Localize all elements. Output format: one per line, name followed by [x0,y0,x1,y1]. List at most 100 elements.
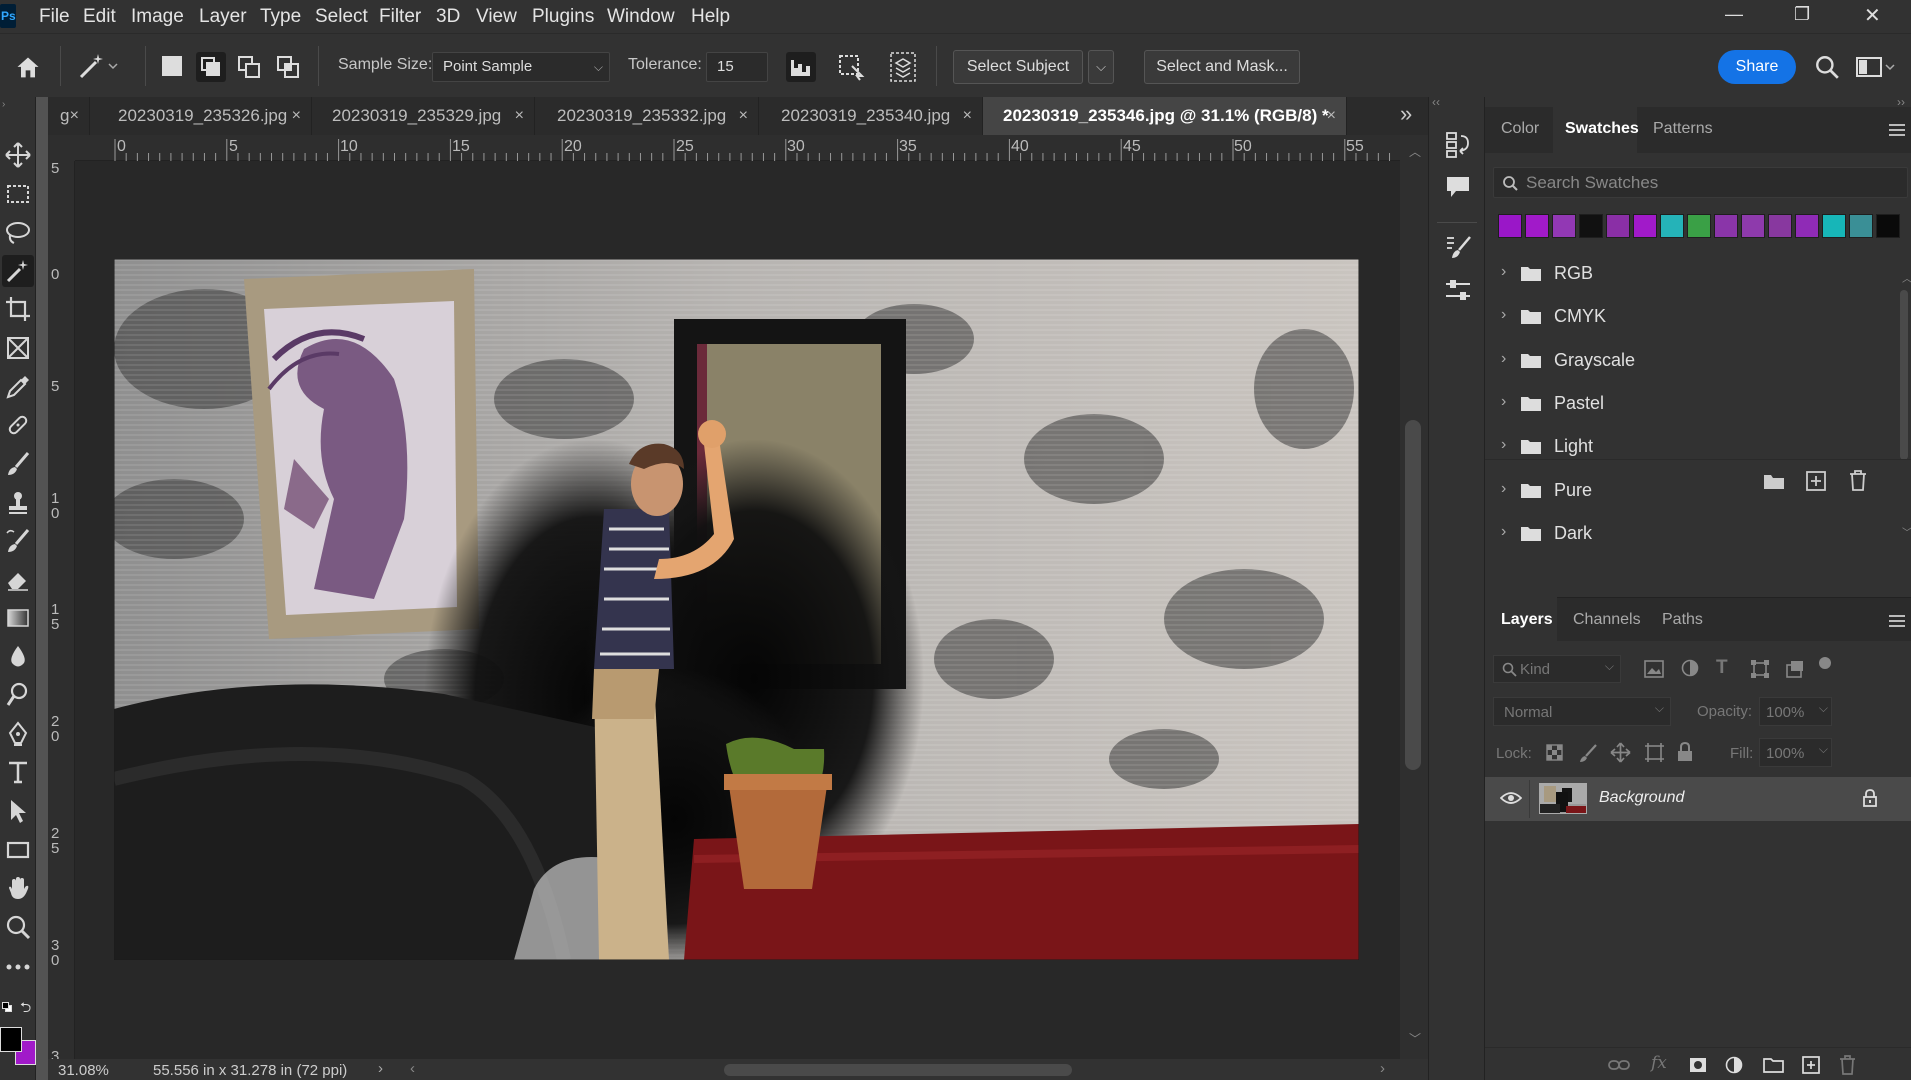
crop-tool-icon[interactable] [4,295,32,323]
color-swatch[interactable] [1525,214,1549,238]
swatches-scrollbar[interactable]: ︿ ﹀ [1897,272,1911,562]
tolerance-input[interactable]: 15 [706,52,768,82]
menu-file[interactable]: File [39,6,70,28]
contiguous-icon[interactable] [836,52,866,82]
brush-settings-icon[interactable] [1444,233,1472,261]
color-swatch[interactable] [1768,214,1792,238]
collapse-toolbar-icon[interactable]: › [2,99,5,110]
eraser-tool-icon[interactable] [4,565,32,593]
blend-mode-select[interactable]: Normal ⌵ [1493,697,1671,726]
type-tool-icon[interactable] [4,758,32,786]
filter-type-layer-icon[interactable]: T [1716,657,1728,679]
add-to-selection-icon[interactable] [196,52,226,82]
filter-adjustment-layer-icon[interactable] [1681,659,1699,677]
menu-3d[interactable]: 3D [436,6,460,28]
menu-layer[interactable]: Layer [199,6,247,28]
marquee-tool-icon[interactable] [4,180,32,208]
vertical-scrollbar[interactable]: ︿ ﹀ [1400,135,1428,1059]
scrollbar-thumb[interactable] [1405,420,1421,770]
color-swatch[interactable] [1876,214,1900,238]
select-and-mask-button[interactable]: Select and Mask... [1144,50,1300,84]
new-adjustment-layer-icon[interactable] [1725,1056,1743,1074]
scroll-left-icon[interactable]: ‹ [410,1060,415,1077]
eye-icon[interactable] [1500,791,1522,805]
color-swatch[interactable] [1498,214,1522,238]
dodge-tool-icon[interactable] [4,681,32,709]
healing-brush-tool-icon[interactable] [4,411,32,439]
tab-swatches[interactable]: Swatches [1565,120,1639,138]
chevron-right-icon[interactable]: › [1501,263,1506,281]
close-window-button[interactable]: ✕ [1864,3,1881,28]
scroll-up-icon[interactable]: ︿ [1409,143,1421,160]
layer-row[interactable]: Background [1485,777,1911,821]
new-group-icon[interactable] [1763,1056,1784,1073]
menu-edit[interactable]: Edit [83,6,116,28]
tab-color[interactable]: Color [1501,120,1539,138]
horizontal-scrollbar-thumb[interactable] [724,1064,1072,1076]
hand-tool-icon[interactable] [4,874,32,902]
swatch-folder-grayscale[interactable]: › Grayscale [1496,342,1886,382]
comments-icon[interactable] [1444,174,1472,200]
color-swatch[interactable] [1660,214,1684,238]
brush-tool-icon[interactable] [4,450,32,478]
menu-image[interactable]: Image [131,6,184,28]
share-button[interactable]: Share [1718,50,1796,84]
chevron-right-icon[interactable]: › [1501,480,1506,498]
filter-pixel-layer-icon[interactable] [1644,660,1664,678]
lock-all-icon[interactable] [1677,742,1693,762]
color-swatch[interactable] [1633,214,1657,238]
new-layer-icon[interactable] [1802,1056,1820,1074]
swatch-folder-dark[interactable]: › Dark [1496,515,1886,555]
color-swatch[interactable] [1552,214,1576,238]
fill-input[interactable]: 100% ⌵ [1759,738,1832,767]
gradient-tool-icon[interactable] [4,604,32,632]
lock-image-pixels-icon[interactable] [1578,743,1598,763]
anti-alias-icon[interactable] [786,52,816,82]
menu-filter[interactable]: Filter [379,6,421,28]
zoom-tool-icon[interactable] [4,913,32,941]
add-layer-mask-icon[interactable] [1689,1057,1707,1073]
select-subject-button[interactable]: Select Subject [953,50,1083,84]
opacity-input[interactable]: 100% ⌵ [1759,697,1832,726]
swap-colors-icon[interactable]: ⮌ [20,997,31,1021]
chevron-right-icon[interactable]: › [1501,393,1506,411]
workspace-icon[interactable] [1856,55,1896,79]
tab-paths[interactable]: Paths [1662,611,1703,629]
frame-tool-icon[interactable] [4,334,32,362]
color-swatch[interactable] [1579,214,1603,238]
tab-patterns[interactable]: Patterns [1653,120,1713,138]
menu-view[interactable]: View [476,6,517,28]
filter-toggle-icon[interactable] [1819,657,1831,669]
pen-tool-icon[interactable] [4,720,32,748]
swatch-folder-rgb[interactable]: › RGB [1496,255,1886,295]
move-tool-icon[interactable] [4,141,32,169]
lock-transparent-pixels-icon[interactable] [1546,744,1563,761]
close-icon[interactable]: × [1327,97,1336,135]
ruler-origin[interactable] [48,135,75,161]
document-tab[interactable]: 20230319_235332.jpg × [535,97,759,135]
document-tab[interactable]: 20230319_235340.jpg × [759,97,983,135]
color-swatch[interactable] [1822,214,1846,238]
new-selection-icon[interactable] [162,56,182,76]
magic-wand-preset-icon[interactable] [78,52,118,80]
color-swatch[interactable] [1849,214,1873,238]
color-swatch[interactable] [1795,214,1819,238]
adjustments-icon[interactable] [1444,277,1472,303]
color-swatch[interactable] [1714,214,1738,238]
filter-smart-object-icon[interactable] [1785,659,1805,679]
subtract-from-selection-icon[interactable] [238,56,262,80]
swatch-folder-light[interactable]: › Light [1496,428,1886,468]
expand-panels-icon[interactable]: ‹‹ [1432,95,1440,109]
menu-window[interactable]: Window [607,6,675,28]
horizontal-ruler[interactable]: 0 5 10 15 20 25 30 35 40 45 50 55 [75,135,1400,161]
document-canvas-image[interactable] [114,259,1359,960]
swatch-folder-cmyk[interactable]: › CMYK [1496,298,1886,338]
chevron-right-icon[interactable]: › [1501,436,1506,454]
filter-shape-layer-icon[interactable] [1750,659,1770,679]
tab-channels[interactable]: Channels [1573,611,1641,629]
clone-stamp-tool-icon[interactable] [4,488,32,516]
eyedropper-tool-icon[interactable] [4,373,32,401]
restore-button[interactable]: ❐ [1794,4,1810,25]
color-swatch[interactable] [1606,214,1630,238]
close-icon[interactable]: × [963,97,972,135]
